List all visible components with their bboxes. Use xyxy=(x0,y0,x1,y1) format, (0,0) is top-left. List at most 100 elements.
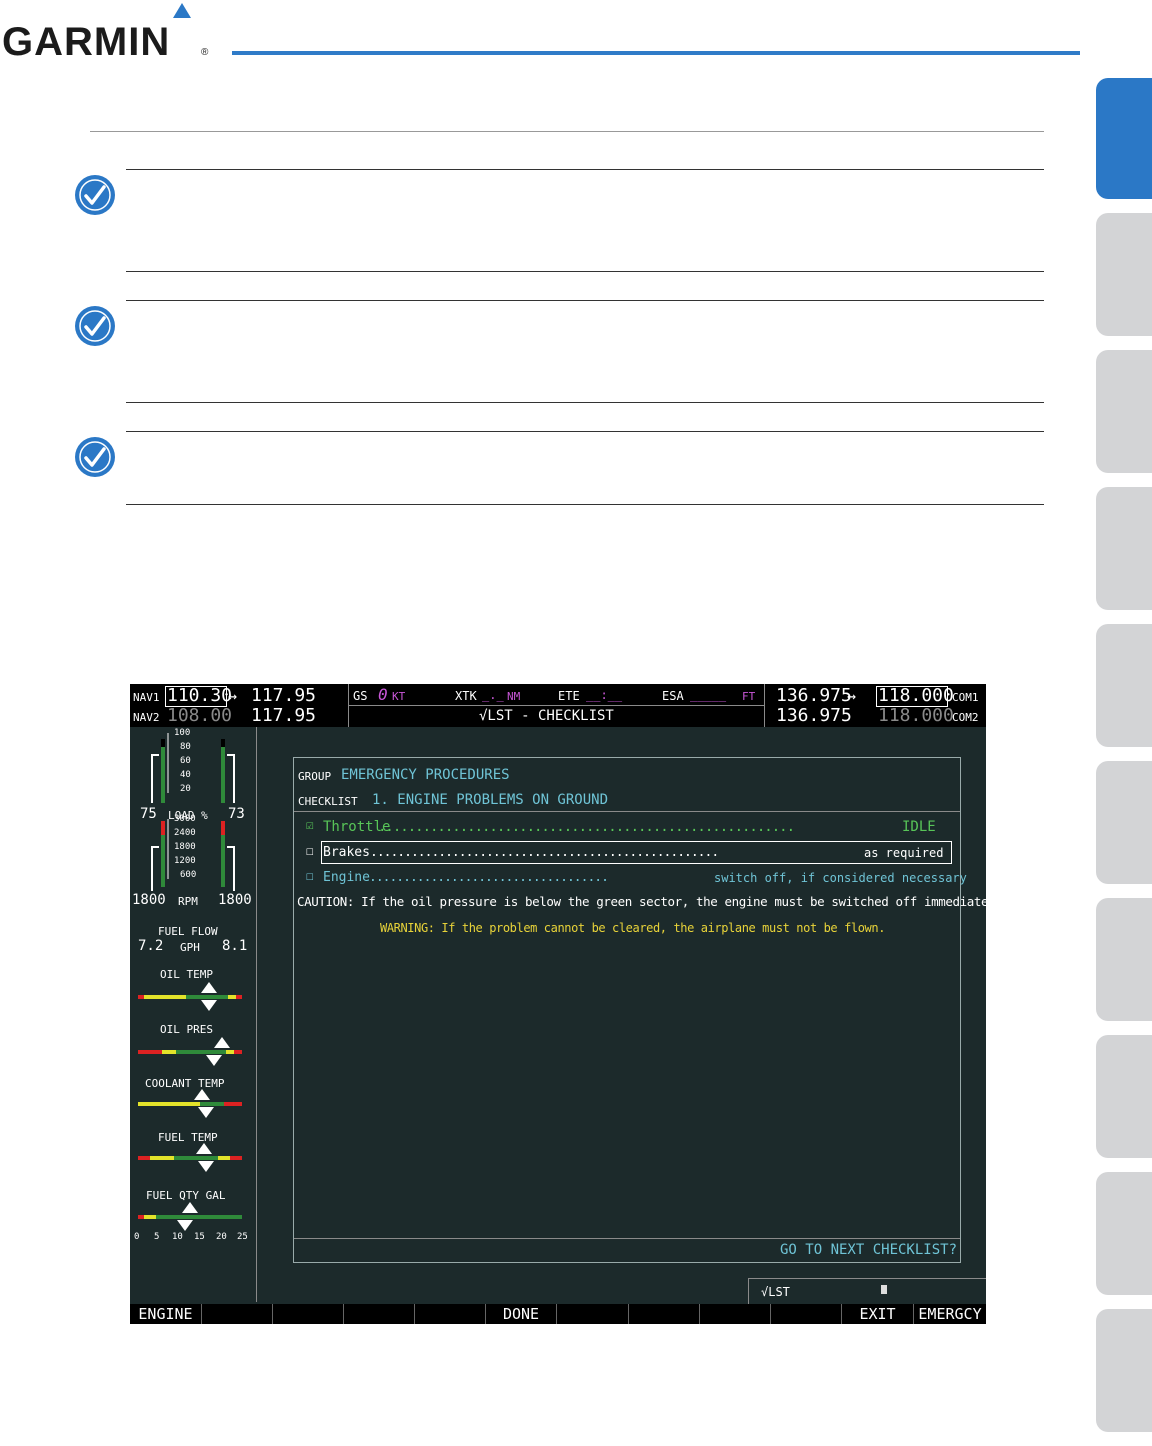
fuel-flow-right: 8.1 xyxy=(222,938,248,954)
softkey[interactable] xyxy=(557,1304,629,1324)
nav1-label: NAV1 xyxy=(133,691,160,704)
load-tick: 80 xyxy=(180,742,191,752)
section-tab[interactable] xyxy=(1096,898,1152,1021)
section-tab[interactable] xyxy=(1096,487,1152,610)
load-left-value: 75 xyxy=(140,806,157,822)
lst-cursor xyxy=(881,1285,887,1294)
warning-text: WARNING: If the problem cannot be cleare… xyxy=(380,921,886,935)
esa-label: ESA xyxy=(662,689,684,703)
item-value: switch off, if considered necessary xyxy=(714,871,967,885)
page-title: √LST - CHECKLIST xyxy=(479,708,614,724)
load-tick: 40 xyxy=(180,770,191,780)
esa-unit: FT xyxy=(742,690,756,703)
softkey[interactable] xyxy=(202,1304,273,1324)
softkey[interactable] xyxy=(771,1304,842,1324)
engine-indication-panel: 100 80 60 40 20 75 LOAD % 73 3000 2400 1… xyxy=(130,727,257,1302)
caution-text: CAUTION: If the oil pressure is below th… xyxy=(297,894,986,909)
gs-unit: KT xyxy=(392,690,406,703)
rpm-tick: 3000 xyxy=(174,814,196,824)
softkey-engine[interactable]: ENGINE xyxy=(130,1304,202,1324)
item-checkbox[interactable]: ☑ xyxy=(306,819,314,832)
oil-temp-label: OIL TEMP xyxy=(160,968,213,981)
section-tab[interactable] xyxy=(1096,350,1152,473)
brand-name: GARMIN xyxy=(2,20,170,62)
softkey-emergency[interactable]: EMERGCY xyxy=(914,1304,986,1324)
fuel-qty-tick: 25 xyxy=(237,1232,248,1242)
xtk-value: _._ xyxy=(482,688,504,702)
load-tick: 100 xyxy=(174,728,191,738)
item-name[interactable]: Brakes xyxy=(323,846,370,859)
coolant-temp-label: COOLANT TEMP xyxy=(145,1077,225,1090)
nav-swap-arrow[interactable]: ↔ xyxy=(228,689,237,704)
fuel-qty-tick: 5 xyxy=(154,1232,160,1242)
load-right-value: 73 xyxy=(228,806,245,822)
section-tab[interactable] xyxy=(1096,1035,1152,1158)
softkey[interactable] xyxy=(700,1304,771,1324)
rpm-left-value: 1800 xyxy=(132,892,166,908)
softkey[interactable] xyxy=(273,1304,344,1324)
note-bottom-rule xyxy=(126,504,1044,505)
item-name[interactable]: Engine xyxy=(323,871,370,884)
fuel-flow-label: FUEL FLOW xyxy=(158,925,218,938)
checklist-label: CHECKLIST xyxy=(298,795,358,808)
section-tab[interactable] xyxy=(1096,624,1152,747)
gs-label: GS xyxy=(353,689,368,703)
top-bar: NAV1 110.30 ↔ 117.95 NAV2 108.00 117.95 … xyxy=(130,684,986,727)
section-tab[interactable] xyxy=(1096,1172,1152,1295)
checklist-value[interactable]: 1. ENGINE PROBLEMS ON GROUND xyxy=(372,793,608,807)
group-label: GROUP xyxy=(298,770,332,783)
softkey-bar: ENGINE DONE EXIT EMERGCY xyxy=(130,1304,986,1324)
fuel-qty-label: FUEL QTY GAL xyxy=(146,1189,226,1202)
fuel-temp-label: FUEL TEMP xyxy=(158,1131,218,1144)
rpm-tick: 2400 xyxy=(174,828,196,838)
note-bottom-rule xyxy=(126,271,1044,272)
item-dots: ........................................… xyxy=(378,819,795,835)
note-top-rule xyxy=(126,431,1044,432)
lst-label: √LST xyxy=(761,1285,790,1299)
load-tick: 20 xyxy=(180,784,191,794)
com2-standby: 136.975 xyxy=(776,705,852,726)
ete-label: ETE xyxy=(558,689,580,703)
rpm-label: RPM xyxy=(178,895,198,908)
oil-pres-label: OIL PRES xyxy=(160,1023,213,1036)
rpm-right-value: 1800 xyxy=(218,892,252,908)
header-rule xyxy=(232,51,1080,55)
item-value: as required xyxy=(864,846,944,860)
softkey[interactable] xyxy=(344,1304,415,1324)
section-tab[interactable] xyxy=(1096,1309,1152,1432)
softkey[interactable] xyxy=(415,1304,486,1324)
nav2-standby: 117.95 xyxy=(251,705,317,726)
section-tabs xyxy=(1096,78,1152,1446)
note-check-icon xyxy=(75,175,115,215)
checklist-window: GROUP EMERGENCY PROCEDURES CHECKLIST 1. … xyxy=(293,757,986,1263)
softkey-done[interactable]: DONE xyxy=(486,1304,557,1324)
item-checkbox[interactable]: ☐ xyxy=(306,870,314,883)
ete-value: __:__ xyxy=(586,688,623,702)
rpm-tick: 1800 xyxy=(174,842,196,852)
nav1-standby: 117.95 xyxy=(251,685,317,706)
section-tab-active[interactable] xyxy=(1096,78,1152,199)
group-value[interactable]: EMERGENCY PROCEDURES xyxy=(341,768,510,782)
esa-value: _____ xyxy=(690,688,727,702)
fuel-flow-left: 7.2 xyxy=(138,938,164,954)
section-tab[interactable] xyxy=(1096,761,1152,884)
com1-active: 118.000 xyxy=(878,685,954,706)
registered-mark: ® xyxy=(201,47,209,58)
note-bottom-rule xyxy=(126,402,1044,403)
com-swap-arrow[interactable]: ↔ xyxy=(847,689,856,704)
next-checklist-button[interactable]: GO TO NEXT CHECKLIST? xyxy=(780,1243,957,1257)
note-top-rule xyxy=(126,300,1044,301)
nav2-active: 108.00 xyxy=(167,705,233,726)
note-check-icon xyxy=(75,437,115,477)
fuel-qty-tick: 20 xyxy=(216,1232,227,1242)
softkey-exit[interactable]: EXIT xyxy=(842,1304,914,1324)
softkey[interactable] xyxy=(629,1304,700,1324)
mfd-screen: NAV1 110.30 ↔ 117.95 NAV2 108.00 117.95 … xyxy=(130,684,986,1324)
fuel-qty-tick: 10 xyxy=(172,1232,183,1242)
item-checkbox[interactable]: ☐ xyxy=(306,845,314,858)
garmin-logo: GARMIN ® xyxy=(2,3,209,62)
fuel-qty-tick: 0 xyxy=(134,1232,140,1242)
section-tab[interactable] xyxy=(1096,213,1152,336)
com1-label: COM1 xyxy=(952,691,979,704)
fuel-qty-tick: 15 xyxy=(194,1232,205,1242)
